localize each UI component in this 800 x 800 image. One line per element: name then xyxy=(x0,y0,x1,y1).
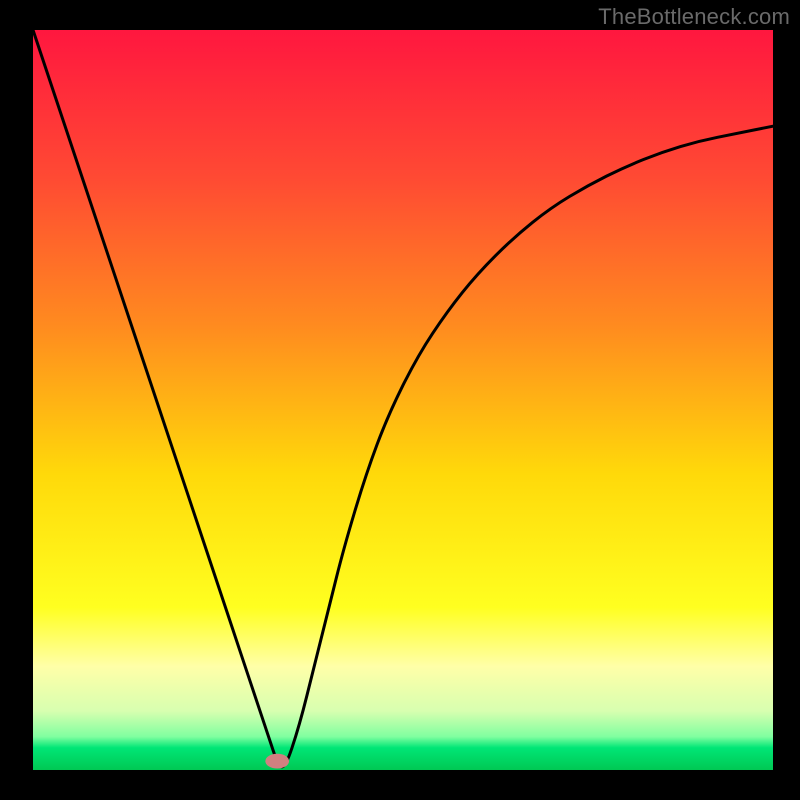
bottleneck-chart xyxy=(0,0,800,800)
watermark-text: TheBottleneck.com xyxy=(598,4,790,30)
optimum-marker xyxy=(265,754,289,769)
chart-stage: TheBottleneck.com xyxy=(0,0,800,800)
plot-background xyxy=(33,30,773,770)
